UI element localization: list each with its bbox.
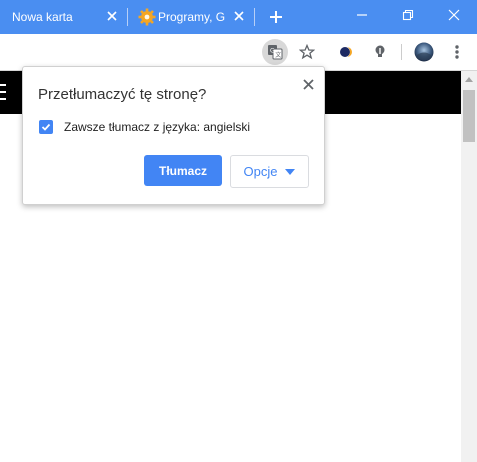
chevron-down-icon (285, 168, 296, 175)
tab-strip: Nowa karta Programy, G (0, 0, 477, 34)
tab-close-icon[interactable] (105, 9, 119, 23)
profile-avatar[interactable] (411, 39, 437, 65)
gear-icon (138, 8, 156, 26)
tab-title: Nowa karta (12, 10, 73, 24)
scroll-up-arrow-icon[interactable] (461, 71, 477, 87)
always-translate-label: Zawsze tłumacz z języka: angielski (64, 120, 251, 134)
options-button[interactable]: Opcje (230, 155, 309, 188)
new-tab-button[interactable] (265, 6, 287, 28)
translate-button[interactable]: Tłumacz (144, 155, 222, 186)
hamburger-menu-icon[interactable] (0, 84, 6, 102)
lightbulb-icon[interactable] (367, 39, 393, 65)
more-menu-icon[interactable] (444, 39, 470, 65)
close-icon[interactable] (301, 77, 315, 91)
tab-separator (254, 8, 255, 26)
popup-title: Przetłumaczyć tę stronę? (38, 86, 207, 103)
scrollbar-thumb[interactable] (463, 90, 475, 142)
always-translate-checkbox[interactable] (39, 120, 53, 134)
minimize-button[interactable] (339, 0, 385, 30)
translate-icon[interactable]: G 文 (262, 39, 288, 65)
close-window-button[interactable] (431, 0, 477, 30)
tab-close-icon[interactable] (232, 9, 246, 23)
extension-icon[interactable] (334, 39, 360, 65)
star-icon[interactable] (294, 39, 320, 65)
translate-popup: Przetłumaczyć tę stronę? Zawsze tłumacz … (22, 66, 325, 205)
restore-button[interactable] (385, 0, 431, 30)
vertical-scrollbar[interactable] (461, 71, 477, 462)
options-button-label: Opcje (243, 164, 278, 179)
tab-title: Programy, G (158, 10, 226, 24)
tab-programy[interactable]: Programy, G (128, 0, 254, 34)
tab-new-tab[interactable]: Nowa karta (0, 0, 127, 34)
toolbar-divider (401, 44, 402, 60)
svg-text:文: 文 (275, 51, 281, 59)
